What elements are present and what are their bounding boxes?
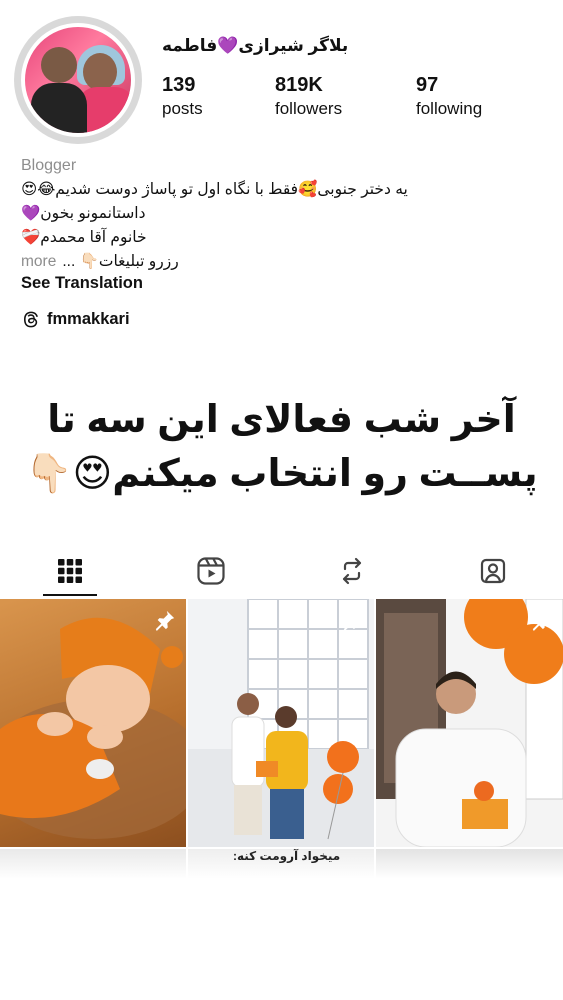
tagged-icon — [480, 558, 506, 584]
bio-line: داستانمونو بخون💜 — [21, 205, 146, 222]
active-tab-indicator — [43, 594, 97, 596]
profile-tabs — [0, 549, 563, 595]
partial-post-text: میخواد آرومت کنه: — [233, 849, 341, 863]
overlay-caption: آخر شب فعالای این سه تا پســت رو انتخاب … — [20, 393, 543, 501]
caption-line-2: پســت رو انتخاب میکنم😍👇🏻 — [25, 453, 538, 495]
reels-icon — [197, 557, 225, 585]
followers-stat[interactable]: 819K followers — [275, 74, 342, 119]
baby-photo — [0, 617, 186, 839]
post-thumbnail[interactable] — [188, 599, 374, 847]
bio-more-link[interactable]: more — [21, 250, 56, 274]
see-translation-link[interactable]: See Translation — [21, 274, 143, 293]
bio-line: خانوم آقا محمدم❤️‍🩹 — [21, 229, 147, 246]
threads-icon — [24, 311, 38, 328]
pin-icon — [343, 610, 363, 631]
threads-link[interactable]: fmmakkari — [21, 309, 130, 329]
couple-photo — [188, 599, 374, 847]
avatar — [21, 23, 135, 137]
following-stat[interactable]: 97 following — [416, 74, 482, 119]
man-with-balloons-photo — [376, 599, 563, 847]
tab-posts-grid[interactable] — [45, 549, 95, 593]
posts-count: 139 — [162, 74, 196, 96]
caption-line-1: آخر شب فعالای این سه تا — [47, 399, 516, 441]
tab-reposts[interactable] — [327, 549, 377, 593]
following-label: following — [416, 99, 483, 118]
followers-label: followers — [275, 99, 343, 118]
post-thumbnail-partial[interactable] — [376, 849, 563, 879]
followers-count: 819K — [275, 74, 323, 96]
pin-icon — [155, 610, 175, 631]
profile-username: بلاگر شیرازی💜فاطمه — [162, 36, 349, 55]
posts-label: posts — [162, 99, 203, 118]
profile-category: Blogger — [21, 157, 77, 174]
grid-icon — [58, 559, 82, 583]
posts-stat[interactable]: 139 posts — [162, 74, 203, 119]
post-thumbnail-partial[interactable] — [0, 849, 186, 879]
following-count: 97 — [416, 74, 439, 96]
pin-icon — [532, 610, 552, 631]
repost-icon — [342, 557, 362, 585]
bio-line: یه دختر جنوبی🥰فقط با نگاه اول تو پاساژ د… — [21, 181, 408, 198]
profile-avatar-ring[interactable] — [14, 16, 142, 144]
bio-line: رزرو تبلیغات👇🏻 ... — [62, 253, 179, 270]
post-thumbnail[interactable] — [376, 599, 563, 847]
threads-handle: fmmakkari — [47, 309, 130, 328]
tab-tagged[interactable] — [468, 549, 518, 593]
profile-bio: Blogger یه دختر جنوبی🥰فقط با نگاه اول تو… — [21, 154, 541, 274]
tab-reels[interactable] — [186, 549, 236, 593]
post-thumbnail[interactable] — [0, 599, 186, 847]
